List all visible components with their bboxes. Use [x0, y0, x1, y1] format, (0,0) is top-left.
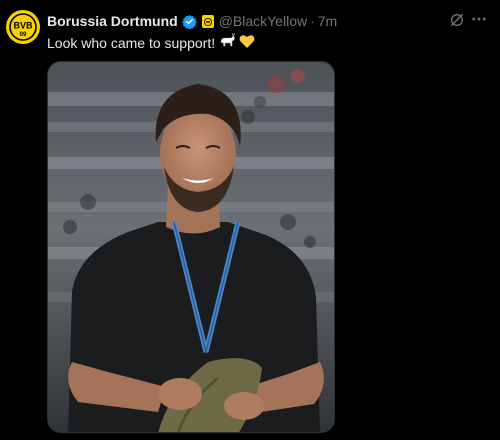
more-icon[interactable] [470, 10, 488, 28]
verified-badge-icon[interactable] [181, 14, 197, 29]
goat-emoji [218, 33, 236, 52]
tweet[interactable]: BVB 09 Borussia Dortmund @BlackYellow · … [0, 0, 500, 440]
tweet-header: Borussia Dortmund @BlackYellow · 7m [47, 11, 490, 31]
yellow-heart-emoji [239, 34, 255, 52]
avatar[interactable]: BVB 09 [6, 10, 40, 44]
author-handle[interactable]: @BlackYellow [219, 13, 307, 29]
avatar-logo-year: 09 [20, 32, 27, 38]
tweet-photo[interactable] [47, 61, 335, 433]
separator-dot: · [310, 13, 315, 29]
timestamp[interactable]: 7m [318, 13, 337, 29]
avatar-logo-text: BVB [13, 21, 33, 31]
bvb-logo: BVB 09 [7, 11, 39, 43]
author-name[interactable]: Borussia Dortmund [47, 13, 178, 29]
affiliate-badge-icon[interactable] [201, 15, 214, 28]
photo-player-portrait [48, 62, 334, 432]
grok-icon[interactable] [449, 12, 465, 28]
tweet-text-content: Look who came to support! [47, 34, 216, 51]
tweet-text: Look who came to support! [47, 33, 255, 52]
